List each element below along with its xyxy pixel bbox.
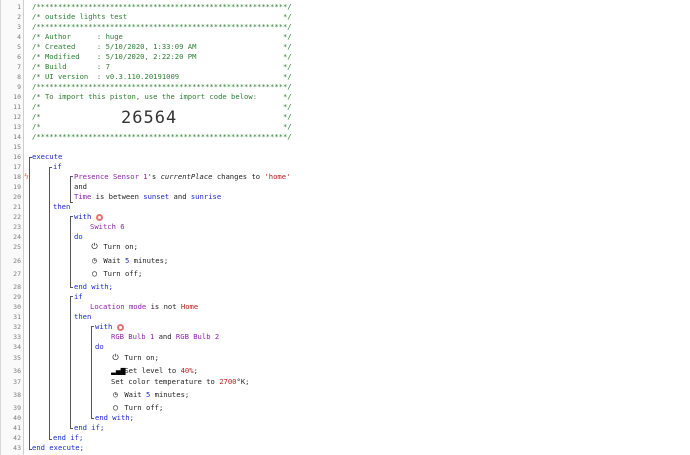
end-execute-keyword[interactable]: end execute; bbox=[32, 443, 84, 453]
task-set-color-temperature[interactable]: Set color temperature to 2700°K; bbox=[111, 377, 249, 387]
clock-icon: ◷ bbox=[113, 390, 118, 399]
comment-author: /* Author : huge */ bbox=[32, 32, 292, 41]
task-turn-on-rgb[interactable]: ⏻ Turn on; bbox=[111, 353, 159, 363]
signal-bars-icon: ▂▄▆ bbox=[111, 366, 126, 375]
comment-border: /***************************************… bbox=[32, 2, 292, 11]
nested-if-block-guide bbox=[70, 296, 73, 429]
task-turn-off-rgb[interactable]: ◯ Turn off; bbox=[111, 403, 163, 413]
end-if-keyword[interactable]: end if; bbox=[53, 433, 83, 443]
with-statement-rgb[interactable]: with bbox=[95, 322, 124, 332]
clock-icon: ◷ bbox=[92, 256, 97, 265]
gear-icon[interactable] bbox=[95, 213, 103, 221]
comment-ui-version: /* UI version : v0.3.110.20191009 */ bbox=[32, 72, 292, 81]
code-area: /***************************************… bbox=[1, 0, 690, 455]
condition-location[interactable]: Location mode is not Home bbox=[90, 302, 198, 312]
comment-border: /***************************************… bbox=[32, 82, 292, 91]
gear-icon[interactable] bbox=[116, 323, 124, 331]
device-switch-6[interactable]: Switch 6 bbox=[90, 222, 125, 232]
condition-time[interactable]: Time is between sunset and sunrise bbox=[74, 192, 221, 202]
with-block-guide bbox=[70, 216, 73, 288]
with-statement[interactable]: with bbox=[74, 212, 103, 222]
and-operator[interactable]: and bbox=[74, 182, 87, 192]
power-off-icon: ◯ bbox=[113, 403, 118, 412]
do-keyword-nested[interactable]: do bbox=[95, 342, 104, 352]
comment-import: /* To import this piston, use the import… bbox=[32, 92, 292, 101]
task-turn-off[interactable]: ◯ Turn off; bbox=[90, 269, 142, 279]
comment-border: /***************************************… bbox=[32, 132, 292, 141]
then-keyword-nested[interactable]: then bbox=[74, 312, 91, 322]
if-keyword[interactable]: if bbox=[53, 162, 62, 172]
comment-modified: /* Modified : 5/10/2020, 2:22:20 PM */ bbox=[32, 52, 292, 61]
end-with-keyword-rgb[interactable]: end with; bbox=[95, 413, 134, 423]
if-keyword-nested[interactable]: if bbox=[74, 292, 83, 302]
end-if-keyword-nested[interactable]: end if; bbox=[74, 423, 104, 433]
import-code[interactable]: 26564 bbox=[121, 108, 177, 128]
execute-block-guide bbox=[29, 157, 32, 450]
task-set-level[interactable]: ▂▄▆ Set level to 40%; bbox=[111, 366, 198, 376]
task-wait[interactable]: ◷ Wait 5 minutes; bbox=[90, 256, 168, 266]
condition-group-guide bbox=[70, 176, 73, 203]
power-icon: ⏻ bbox=[112, 353, 119, 362]
end-with-keyword[interactable]: end with; bbox=[74, 282, 113, 292]
comment-title: /* outside lights test */ bbox=[32, 12, 292, 21]
comment-build: /* Build : 7 */ bbox=[32, 62, 292, 71]
task-wait-rgb[interactable]: ◷ Wait 5 minutes; bbox=[111, 390, 189, 400]
do-keyword[interactable]: do bbox=[74, 232, 83, 242]
if-block-guide bbox=[49, 167, 52, 440]
power-off-icon: ◯ bbox=[92, 269, 97, 278]
condition-presence[interactable]: Presence Sensor 1's currentPlace changes… bbox=[74, 172, 290, 182]
comment-border: /***************************************… bbox=[32, 22, 292, 31]
comment-created: /* Created : 5/10/2020, 1:33:09 AM */ bbox=[32, 42, 292, 51]
execute-keyword[interactable]: execute bbox=[32, 152, 62, 162]
device-presence-sensor[interactable]: Presence Sensor 1 bbox=[74, 172, 148, 181]
devices-rgb-bulbs[interactable]: RGB Bulb 1 and RGB Bulb 2 bbox=[111, 332, 219, 342]
power-icon: ⏻ bbox=[91, 242, 98, 251]
task-turn-on[interactable]: ⏻ Turn on; bbox=[90, 242, 138, 252]
rgb-with-block-guide bbox=[91, 326, 94, 419]
piston-code-editor: 1 2 3 4 5 6 7 8 9 10 11 12 13 14 15 16 17 18 19 20 21 22 23 24 2… bbox=[0, 0, 690, 455]
then-keyword[interactable]: then bbox=[53, 202, 70, 212]
